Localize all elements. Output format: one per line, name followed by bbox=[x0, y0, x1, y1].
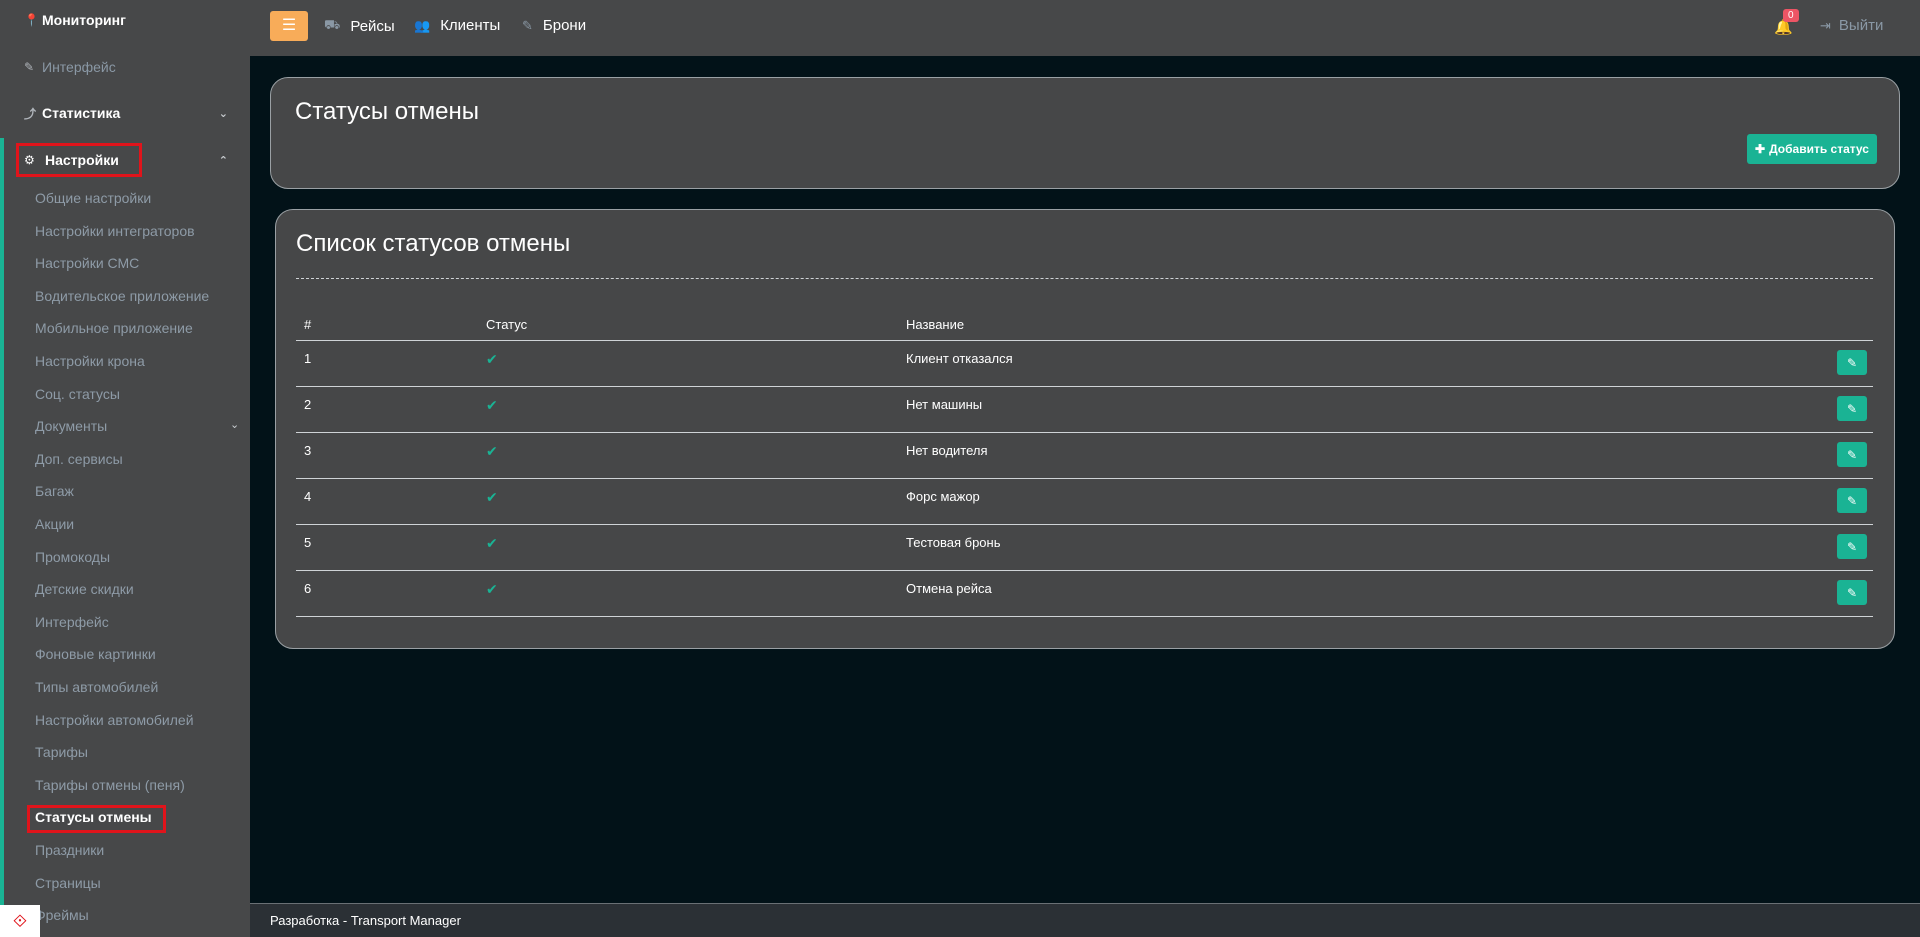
edit-icon: ✎ bbox=[1846, 401, 1858, 416]
sidebar-subitem[interactable]: Настройки СМС bbox=[35, 255, 139, 271]
nav-link-bookings[interactable]: ✎ Брони bbox=[522, 17, 586, 34]
row-name: Форс мажор bbox=[906, 489, 980, 504]
edit-icon: ✎ bbox=[522, 17, 533, 33]
sign-out-icon: ⇥ bbox=[1820, 17, 1831, 33]
sidebar-item-monitoring[interactable]: 📍 Мониторинг bbox=[0, 0, 250, 40]
sidebar-item-statistics[interactable]: ⤴ Статистика ⌄ bbox=[0, 93, 250, 133]
row-name: Клиент отказался bbox=[906, 351, 1013, 366]
sidebar-subitem[interactable]: Праздники bbox=[35, 842, 104, 858]
row-number: 2 bbox=[304, 397, 312, 412]
sidebar-subitem[interactable]: Тарифы bbox=[35, 744, 88, 760]
sidebar-subitem[interactable]: Фреймы bbox=[35, 907, 89, 923]
sidebar-item-interface[interactable]: ✎ Интерфейс bbox=[0, 47, 250, 87]
check-icon: ✔ bbox=[486, 443, 498, 459]
row-name: Отмена рейса bbox=[906, 581, 992, 596]
check-icon: ✔ bbox=[486, 351, 498, 367]
table-row: 1 ✔ Клиент отказался ✎ bbox=[296, 341, 1873, 387]
sidebar-subitem[interactable]: Детские скидки bbox=[35, 581, 134, 597]
edit-icon: ✎ bbox=[24, 60, 35, 74]
chevron-down-icon[interactable]: ⌄ bbox=[230, 418, 240, 431]
sidebar-subitem[interactable]: Акции bbox=[35, 516, 74, 532]
table-row: 3 ✔ Нет водителя ✎ bbox=[296, 433, 1873, 479]
page-header-panel: Статусы отмены ✚ Добавить статус bbox=[270, 77, 1900, 189]
sidebar-accent-bar bbox=[0, 138, 4, 937]
col-header-name: Название bbox=[906, 317, 965, 332]
table-row: 5 ✔ Тестовая бронь ✎ bbox=[296, 525, 1873, 571]
plus-icon: ✚ bbox=[1755, 142, 1766, 156]
row-number: 4 bbox=[304, 489, 312, 504]
edit-button[interactable]: ✎ bbox=[1837, 534, 1867, 559]
edit-button[interactable]: ✎ bbox=[1837, 580, 1867, 605]
sidebar-subitem[interactable]: Водительское приложение bbox=[35, 288, 209, 304]
sidebar-subitem[interactable]: Общие настройки bbox=[35, 190, 151, 206]
menu-toggle-button[interactable]: ☰ bbox=[270, 11, 308, 41]
notification-badge: 0 bbox=[1783, 9, 1799, 22]
edit-button[interactable]: ✎ bbox=[1837, 488, 1867, 513]
nav-link-clients[interactable]: 👥 Клиенты bbox=[414, 17, 500, 34]
list-title: Список статусов отмены bbox=[296, 230, 571, 257]
sidebar-subitem[interactable]: Тарифы отмены (пеня) bbox=[35, 777, 185, 793]
top-navbar: ☰ ⛟ Рейсы 👥 Клиенты ✎ Брони 🔔 0 ⇥ Выйти bbox=[250, 0, 1920, 56]
status-list-panel: Список статусов отмены # Статус Название… bbox=[275, 209, 1895, 649]
table-header: # Статус Название bbox=[296, 307, 1873, 341]
sidebar-subitem[interactable]: Настройки автомобилей bbox=[35, 712, 194, 728]
sidebar-subitem[interactable]: Интерфейс bbox=[35, 614, 109, 630]
footer: Разработка - Transport Manager bbox=[250, 903, 1920, 937]
add-status-button[interactable]: ✚ Добавить статус bbox=[1747, 134, 1877, 164]
row-name: Нет водителя bbox=[906, 443, 988, 458]
row-number: 3 bbox=[304, 443, 312, 458]
edit-icon: ✎ bbox=[1846, 493, 1858, 508]
row-name: Нет машины bbox=[906, 397, 983, 412]
sidebar-subitem[interactable]: Мобильное приложение bbox=[35, 320, 193, 336]
dashed-divider bbox=[296, 278, 1873, 279]
row-number: 5 bbox=[304, 535, 312, 550]
check-icon: ✔ bbox=[486, 581, 498, 597]
laravel-logo-icon: ⟐ bbox=[0, 905, 40, 937]
chevron-down-icon: ⌄ bbox=[218, 107, 228, 120]
edit-button[interactable]: ✎ bbox=[1837, 350, 1867, 375]
users-icon: 👥 bbox=[414, 17, 431, 33]
sidebar-subitem[interactable]: Фоновые картинки bbox=[35, 646, 156, 662]
col-header-num: # bbox=[304, 317, 312, 332]
check-icon: ✔ bbox=[486, 489, 498, 505]
edit-button[interactable]: ✎ bbox=[1837, 442, 1867, 467]
nav-link-trips[interactable]: ⛟ Рейсы bbox=[324, 17, 395, 35]
sidebar-subitem[interactable]: Соц. статусы bbox=[35, 386, 120, 402]
settings-highlight-box bbox=[16, 143, 142, 177]
active-item-highlight-box bbox=[27, 805, 166, 833]
check-icon: ✔ bbox=[486, 535, 498, 551]
table-row: 6 ✔ Отмена рейса ✎ bbox=[296, 571, 1873, 617]
col-header-status: Статус bbox=[486, 317, 528, 332]
sidebar-subitem[interactable]: Промокоды bbox=[35, 549, 110, 565]
table-row: 4 ✔ Форс мажор ✎ bbox=[296, 479, 1873, 525]
row-number: 6 bbox=[304, 581, 312, 596]
chevron-up-icon: ⌃ bbox=[218, 154, 228, 167]
check-icon: ✔ bbox=[486, 397, 498, 413]
sidebar-subitem[interactable]: Документы bbox=[35, 418, 107, 434]
map-marker-icon: 📍 bbox=[24, 13, 39, 27]
edit-icon: ✎ bbox=[1846, 355, 1858, 370]
edit-icon: ✎ bbox=[1846, 585, 1858, 600]
sidebar-subitem[interactable]: Типы автомобилей bbox=[35, 679, 158, 695]
row-name: Тестовая бронь bbox=[906, 535, 1001, 550]
edit-icon: ✎ bbox=[1846, 447, 1858, 462]
page-title: Статусы отмены bbox=[295, 98, 479, 125]
sidebar-subitem[interactable]: Страницы bbox=[35, 875, 101, 891]
stats-icon: ⤴ bbox=[24, 106, 37, 121]
sidebar-subitem[interactable]: Настройки крона bbox=[35, 353, 145, 369]
edit-button[interactable]: ✎ bbox=[1837, 396, 1867, 421]
logout-link[interactable]: ⇥ Выйти bbox=[1820, 17, 1883, 34]
table-row: 2 ✔ Нет машины ✎ bbox=[296, 387, 1873, 433]
sidebar-subitem[interactable]: Настройки интеграторов bbox=[35, 223, 195, 239]
sidebar-subitem[interactable]: Доп. сервисы bbox=[35, 451, 123, 467]
road-icon: ⛟ bbox=[324, 17, 341, 32]
sidebar-subitem[interactable]: Багаж bbox=[35, 483, 74, 499]
row-number: 1 bbox=[304, 351, 312, 366]
sidebar: 📍 Мониторинг ✎ Интерфейс ⤴ Статистика ⌄ … bbox=[0, 0, 250, 937]
edit-icon: ✎ bbox=[1846, 539, 1858, 554]
